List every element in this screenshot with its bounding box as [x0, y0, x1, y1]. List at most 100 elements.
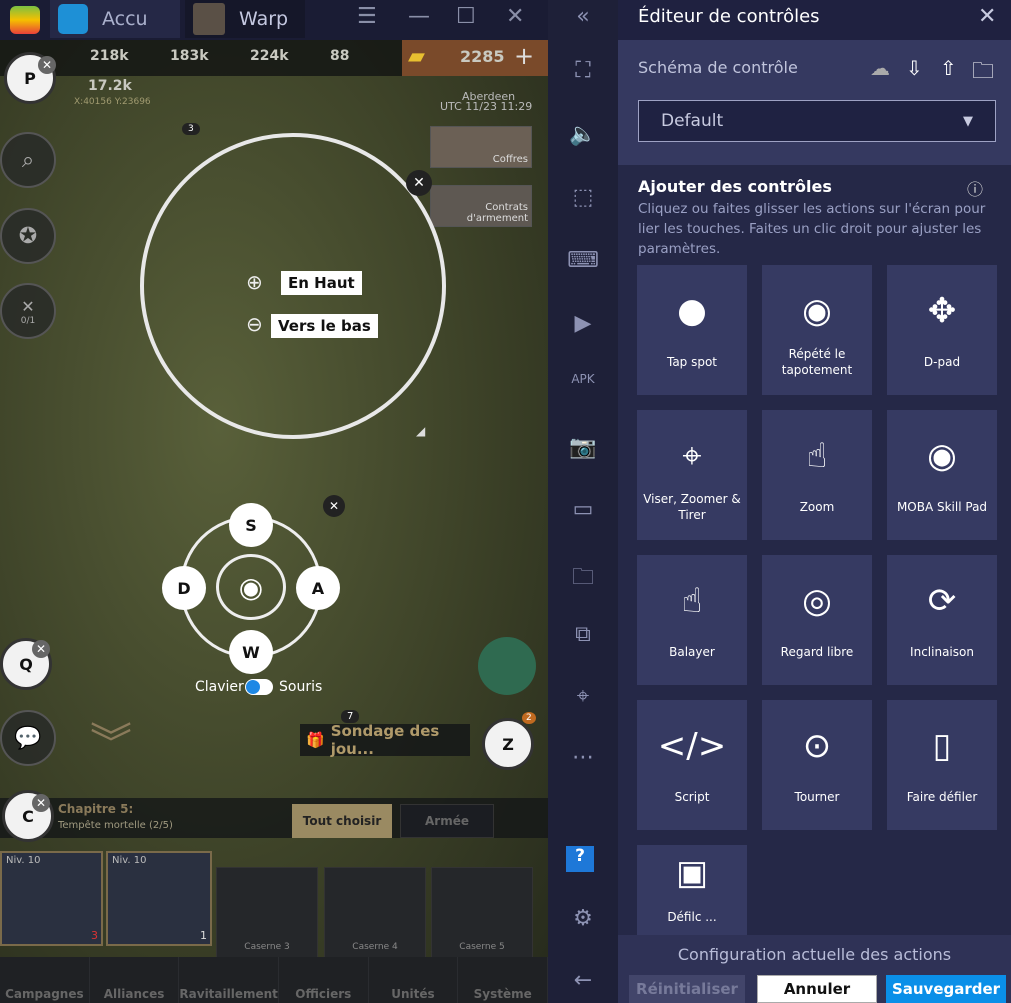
barracks-slot[interactable]: Caserne 3 — [216, 867, 318, 959]
help-icon[interactable]: ? — [566, 846, 594, 872]
search-icon[interactable]: ⌕ — [0, 132, 56, 188]
select-all-button[interactable]: Tout choisir — [292, 804, 392, 838]
chevron-down-icon: ▼ — [963, 113, 973, 129]
coordinates: X:40156 Y:23696 — [74, 97, 151, 107]
nav-officers[interactable]: Officiers — [279, 957, 369, 1003]
unit-card[interactable]: Niv. 10 1 — [106, 851, 212, 946]
mode-toggle[interactable] — [245, 679, 273, 695]
tile-label: Zoom — [799, 500, 835, 514]
tile-d-pad[interactable]: ✥ D-pad — [887, 265, 997, 395]
chevron-down-icon[interactable]: ︾ — [90, 710, 132, 771]
event-contracts[interactable]: Contrats d'armement — [430, 185, 532, 227]
dpad-right-key[interactable]: A — [296, 566, 340, 610]
multi-instance-icon[interactable]: ⧉ — [548, 622, 618, 647]
barracks-slot[interactable]: Caserne 4 — [324, 867, 426, 959]
help-circle-icon[interactable]: ⓘ — [967, 176, 983, 200]
gift-icon: 🎁 — [306, 731, 325, 749]
remove-key-icon[interactable]: ✕ — [32, 640, 50, 658]
cloud-icon[interactable]: ☁ — [870, 56, 890, 80]
close-icon[interactable]: ✕ — [506, 4, 524, 29]
record-icon[interactable]: ▭ — [548, 497, 618, 522]
close-icon[interactable]: ✕ — [978, 4, 996, 29]
dpad-up-key[interactable]: S — [229, 503, 273, 547]
barracks-slot[interactable]: Caserne 5 — [431, 867, 533, 959]
tile-moba-skill-pad[interactable]: ◉ MOBA Skill Pad — [887, 410, 997, 540]
tile-scroll[interactable]: ▯ Faire défiler — [887, 700, 997, 830]
tile-tilt[interactable]: ⟳ Inclinaison — [887, 555, 997, 685]
fullscreen-icon[interactable]: ⛶ — [548, 58, 618, 83]
folder-icon[interactable]: 🗀 — [972, 54, 994, 92]
export-icon[interactable]: ⇧ — [940, 56, 957, 80]
tile-label: Script — [674, 790, 710, 804]
game-view[interactable]: 218k 183k 224k 88 ▰ 2285 + 17.2k X:40156… — [0, 40, 548, 1003]
add-gold-icon[interactable]: + — [514, 42, 534, 70]
event-chests[interactable]: Coffres — [430, 126, 532, 168]
screenshot-icon[interactable]: 📷 — [548, 435, 618, 460]
tab-home[interactable]: Accu — [50, 0, 180, 38]
nav-system[interactable]: Système — [458, 957, 548, 1003]
gold-bar[interactable]: ▰ 2285 + — [402, 40, 548, 76]
settings-icon[interactable]: ⚙ — [548, 906, 618, 931]
alliance-icon[interactable]: ✪ — [0, 208, 56, 264]
resource-helmets: 88 — [330, 48, 350, 64]
tile-swipe[interactable]: ☝ Balayer — [637, 555, 747, 685]
media-icon[interactable]: ▶ — [548, 311, 618, 336]
back-icon[interactable]: ← — [548, 968, 618, 993]
remove-zoom-icon[interactable]: ✕ — [406, 170, 432, 196]
d-pad-icon: ✥ — [927, 291, 957, 331]
tile-scroll-area[interactable]: ▣ Défilc ... — [637, 845, 747, 935]
apk-icon[interactable]: APK — [548, 372, 618, 386]
nav-campaigns[interactable]: Campagnes — [0, 957, 90, 1003]
cancel-button[interactable]: Annuler — [757, 975, 877, 1003]
aim-zoom-shoot-icon: ⌖ — [682, 436, 702, 476]
army-button[interactable]: Armée — [400, 804, 494, 838]
tools-icon[interactable]: ✕ 0/1 — [0, 283, 56, 339]
resource-bar: 218k 183k 224k 88 ▰ 2285 + — [0, 40, 548, 76]
tile-aim-zoom-shoot[interactable]: ⌖ Viser, Zoomer & Tirer — [637, 410, 747, 540]
notification-badge: 2 — [522, 712, 536, 724]
nav-units[interactable]: Unités — [369, 957, 459, 1003]
location-icon[interactable]: ⌖ — [548, 684, 618, 709]
more-icon[interactable]: ⋯ — [548, 745, 618, 770]
tile-repeated-tap[interactable]: ◉ Répété le tapotement — [762, 265, 872, 395]
select-icon[interactable]: ⬚ — [548, 185, 618, 210]
tile-label: Tourner — [794, 790, 840, 804]
tile-free-look[interactable]: ◎ Regard libre — [762, 555, 872, 685]
folder-icon[interactable]: 🗀 — [548, 560, 618, 598]
reset-button[interactable]: Réinitialiser — [629, 975, 745, 1003]
import-icon[interactable]: ⇩ — [906, 56, 923, 80]
tile-rotate[interactable]: ⊙ Tourner — [762, 700, 872, 830]
unit-card[interactable]: Niv. 10 3 — [0, 851, 103, 946]
factory-icon[interactable] — [478, 637, 536, 695]
keyboard-icon[interactable]: ⌨ — [548, 248, 618, 273]
chat-icon[interactable]: 💬 — [0, 710, 56, 766]
volume-icon[interactable]: 🔈 — [548, 122, 618, 147]
tile-tap-spot[interactable]: ● Tap spot — [637, 265, 747, 395]
dpad-down-key[interactable]: W — [229, 630, 273, 674]
remove-key-icon[interactable]: ✕ — [32, 794, 50, 812]
tile-label: Regard libre — [780, 645, 854, 659]
tab-warpath[interactable]: Warp — [185, 0, 305, 38]
save-button[interactable]: Sauvegarder — [886, 975, 1006, 1003]
remove-key-icon[interactable]: ✕ — [38, 56, 56, 74]
tile-zoom[interactable]: ☝ Zoom — [762, 410, 872, 540]
tap-spot-icon: ● — [677, 291, 707, 331]
menu-icon[interactable]: ☰ — [357, 4, 377, 29]
tile-label: Tap spot — [666, 355, 718, 369]
nav-alliances[interactable]: Alliances — [90, 957, 180, 1003]
survey-banner[interactable]: 🎁 Sondage des jou... — [300, 722, 470, 758]
nav-supply[interactable]: Ravitaillement — [179, 957, 279, 1003]
tile-label: Inclinaison — [910, 645, 974, 659]
maximize-icon[interactable]: ☐ — [456, 4, 476, 29]
key-z[interactable]: Z — [482, 718, 534, 770]
tile-script[interactable]: </> Script — [637, 700, 747, 830]
resize-handle-icon[interactable]: ◢ — [416, 424, 425, 438]
zoom-out-icon: ⊖ — [246, 312, 263, 336]
collapse-icon[interactable]: « — [548, 4, 618, 29]
schema-select[interactable]: Default ▼ — [638, 100, 996, 142]
minimize-icon[interactable]: — — [408, 4, 430, 29]
panel-title: Éditeur de contrôles — [638, 6, 820, 27]
dpad-left-key[interactable]: D — [162, 566, 206, 610]
footer-title: Configuration actuelle des actions — [677, 945, 952, 964]
remove-dpad-icon[interactable]: ✕ — [323, 495, 345, 517]
